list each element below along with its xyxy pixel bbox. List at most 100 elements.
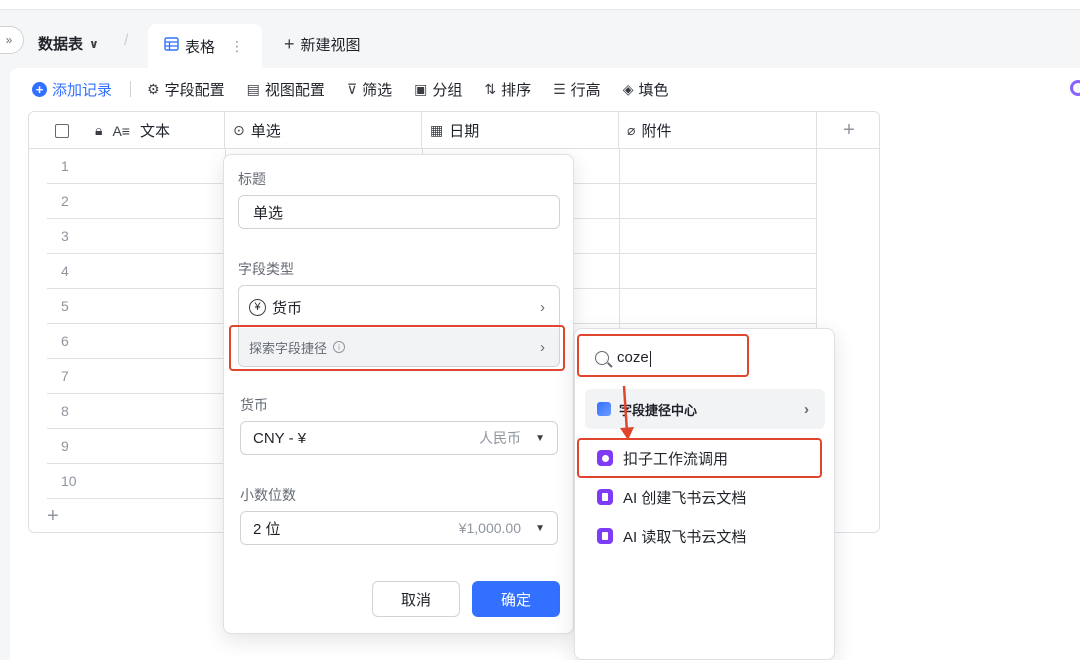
grid-header: 🔒︎ A≡ 文本 ⊙ 单选 ▦ 日期 ⌀ 附件 + (29, 112, 879, 149)
plus-icon: + (284, 34, 295, 54)
add-record-button[interactable]: + 添加记录 (32, 79, 112, 100)
group-button[interactable]: ▣ 分组 (414, 79, 462, 100)
paperclip-icon: ⌀ (627, 122, 636, 138)
shortcut-item-coze-workflow[interactable]: 扣子工作流调用 (585, 440, 825, 476)
chevron-right-icon: › (540, 338, 545, 356)
decimal-places-value: 2 位 (253, 520, 281, 538)
tab-label: 表格 (185, 38, 216, 56)
top-bar (0, 0, 1080, 10)
view-tabs-bar: » 数据表 ∨ / 表格 ⋮ + 新建视图 (0, 10, 1080, 68)
view-config-label: 视图配置 (264, 81, 325, 99)
search-value: coze (617, 349, 649, 367)
filter-button[interactable]: ⊽ 筛选 (347, 79, 392, 100)
ai-assistant-icon[interactable] (1070, 80, 1080, 96)
new-view-button[interactable]: + 新建视图 (284, 34, 361, 55)
currency-icon: ¥ (249, 298, 266, 316)
filter-icon: ⊽ (346, 80, 358, 97)
select-all-checkbox[interactable] (55, 123, 69, 138)
row-height-icon: ☰ (553, 80, 566, 97)
gear-icon: ⚙ (147, 80, 160, 97)
row-number: 8 (61, 403, 69, 419)
row-height-label: 行高 (570, 81, 601, 99)
row-number: 1 (61, 158, 69, 174)
shortcut-item-ai-read-doc[interactable]: AI 读取飞书云文档 (585, 518, 825, 554)
title-input[interactable]: 单选 (238, 195, 560, 229)
arrow-down-icon (620, 385, 634, 440)
sort-icon: ⇅ (484, 80, 497, 97)
coze-app-icon (597, 450, 613, 466)
column-label: 单选 (250, 123, 281, 140)
shortcut-item-ai-create-doc[interactable]: AI 创建飞书云文档 (585, 479, 825, 515)
caret-down-icon: ▼ (535, 432, 545, 444)
group-label: 分组 (432, 81, 463, 99)
currency-hint: 人民币 (479, 430, 521, 446)
row-number: 3 (61, 228, 69, 244)
add-column-icon[interactable]: + (817, 112, 879, 149)
chevron-right-icon: › (540, 298, 545, 316)
row-number: 2 (61, 193, 69, 209)
currency-value: CNY - ¥ (253, 429, 307, 447)
sort-button[interactable]: ⇅ 排序 (484, 79, 531, 100)
field-type-option[interactable]: ¥ 货币 › (239, 286, 559, 328)
tab-grid-view[interactable]: 表格 ⋮ (148, 24, 262, 68)
chevron-down-icon: ∨ (89, 36, 99, 51)
field-type-select: ¥ 货币 › 探索字段捷径 i › (238, 285, 560, 367)
expand-sidebar-icon[interactable]: » (0, 26, 24, 54)
row-height-button[interactable]: ☰ 行高 (553, 79, 601, 100)
row-number: 6 (61, 333, 69, 349)
explore-shortcuts-label: 探索字段捷径 (249, 340, 328, 356)
caret-down-icon: ▼ (535, 522, 545, 534)
row-number: 7 (61, 368, 69, 384)
text-field-icon: A≡ (112, 122, 130, 139)
row-number: 5 (61, 298, 69, 314)
document-icon (597, 528, 613, 544)
field-config-button[interactable]: ⚙ 字段配置 (147, 79, 225, 100)
column-header-date[interactable]: ▦ 日期 (422, 112, 619, 149)
add-record-label: 添加记录 (52, 81, 113, 99)
decimal-places-label: 小数位数 (240, 487, 296, 503)
group-icon: ▣ (414, 80, 428, 97)
row-number: 9 (61, 438, 69, 454)
confirm-button[interactable]: 确定 (472, 581, 560, 617)
shortcut-item-label: 扣子工作流调用 (623, 450, 729, 468)
field-type-value: 货币 (272, 299, 303, 317)
chevron-right-icon: › (804, 400, 809, 418)
column-header-attachment[interactable]: ⌀ 附件 (619, 112, 817, 149)
column-header-single-select[interactable]: ⊙ 单选 (225, 112, 422, 149)
sort-label: 排序 (501, 81, 532, 99)
toolbar-divider (130, 81, 132, 97)
explore-shortcuts-item[interactable]: 探索字段捷径 i › (239, 328, 559, 366)
info-icon: i (333, 341, 346, 353)
filter-label: 筛选 (362, 81, 393, 99)
column-header-text[interactable]: 🔒︎ A≡ 文本 (29, 112, 225, 149)
column-label: 日期 (449, 123, 480, 140)
add-row-icon[interactable]: + (47, 505, 59, 528)
shortcut-search-input[interactable]: coze (587, 343, 817, 373)
text-cursor (649, 350, 651, 367)
view-config-button[interactable]: ▤ 视图配置 (247, 79, 325, 100)
currency-select[interactable]: CNY - ¥ 人民币 ▼ (240, 421, 558, 455)
document-icon (597, 489, 613, 505)
view-settings-icon: ▤ (246, 80, 260, 97)
column-label: 文本 (139, 123, 170, 140)
field-config-panel: 标题 单选 字段类型 ¥ 货币 › 探索字段捷径 i › 货币 CNY - ¥ … (223, 154, 574, 634)
cancel-button[interactable]: 取消 (372, 581, 460, 617)
row-number: 4 (61, 263, 69, 279)
column-label: 附件 (641, 123, 672, 140)
fill-color-button[interactable]: ◈ 填色 (623, 79, 669, 100)
calendar-icon: ▦ (430, 122, 444, 138)
table-switcher[interactable]: 数据表 ∨ (38, 33, 99, 54)
row-number: 10 (61, 473, 77, 489)
fill-color-label: 填色 (638, 81, 669, 99)
field-config-label: 字段配置 (164, 81, 225, 99)
toolbar: + 添加记录 ⚙ 字段配置 ▤ 视图配置 ⊽ 筛选 ▣ 分组 ⇅ 排序 ☰ 行高 (10, 68, 1080, 110)
plus-circle-icon: + (32, 81, 47, 97)
shortcut-item-label: AI 读取飞书云文档 (623, 528, 747, 546)
table-name-label: 数据表 (38, 36, 84, 53)
single-select-icon: ⊙ (233, 122, 245, 138)
currency-label: 货币 (240, 397, 268, 413)
lock-icon: 🔒︎ (95, 122, 103, 138)
decimal-places-select[interactable]: 2 位 ¥1,000.00 ▼ (240, 511, 558, 545)
more-options-icon[interactable]: ⋮ (230, 38, 244, 55)
divider: / (124, 32, 129, 49)
